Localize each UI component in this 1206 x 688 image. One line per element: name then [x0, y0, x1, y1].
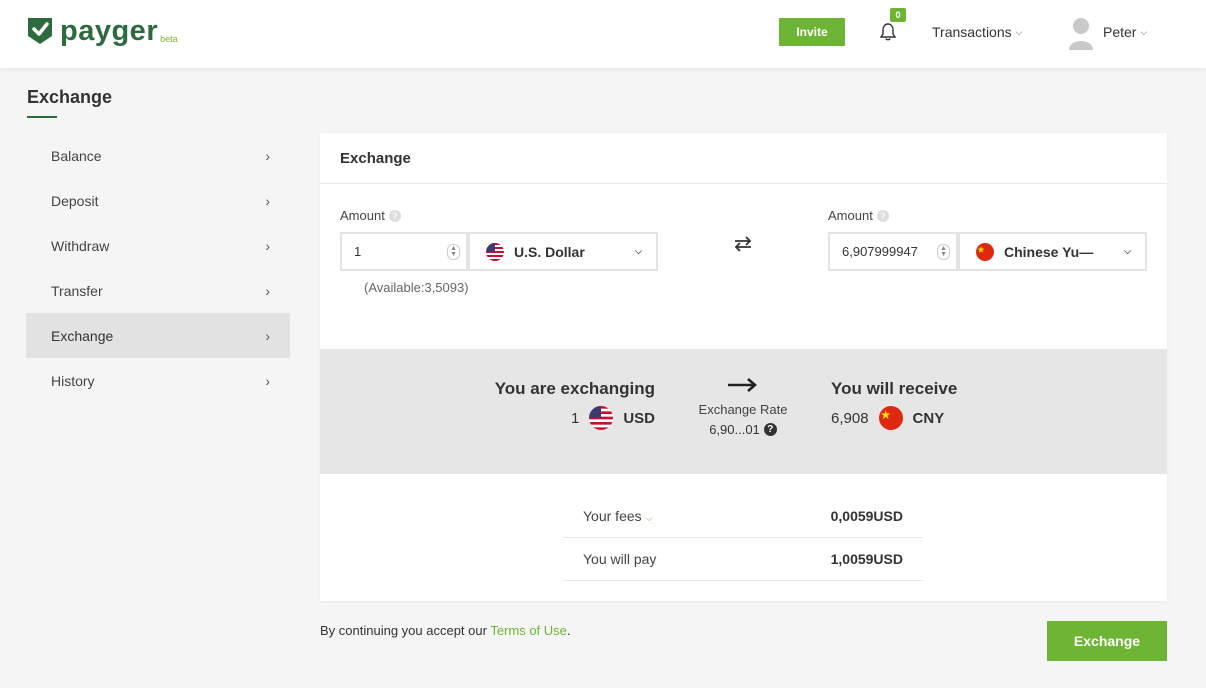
- terms-link[interactable]: Terms of Use: [490, 623, 567, 638]
- user-menu[interactable]: Peter ⌵: [1103, 24, 1147, 40]
- exchange-rate-label: Exchange Rate: [698, 402, 788, 417]
- transactions-menu[interactable]: Transactions ⌵: [932, 24, 1022, 40]
- terms-prefix: By continuing you accept our: [320, 623, 491, 638]
- receive-currency: CNY: [912, 409, 945, 427]
- to-currency-label: Chinese Yu—: [1004, 243, 1094, 260]
- terms-text: By continuing you accept our Terms of Us…: [320, 623, 571, 638]
- exchange-submit-button[interactable]: Exchange: [1047, 621, 1167, 661]
- from-currency-select[interactable]: U.S. Dollar ⌵: [468, 232, 658, 271]
- sidebar-item-label: Deposit: [51, 192, 99, 209]
- sidebar-item-label: Transfer: [51, 282, 103, 299]
- sidebar-item-label: Exchange: [51, 327, 114, 344]
- sidebar-item-label: History: [51, 372, 95, 389]
- china-flag-icon: [976, 242, 994, 261]
- receive-value: 6,908 CNY: [831, 406, 944, 430]
- receive-amount: 6,908: [831, 409, 869, 427]
- logo-text: payger: [60, 15, 159, 47]
- number-stepper-icon[interactable]: ▲ ▼: [447, 243, 460, 260]
- to-amount-value: 6,907999947⁠: [842, 244, 918, 259]
- chevron-right-icon: ›: [265, 372, 270, 389]
- arrow-right-icon: [728, 378, 757, 392]
- page-title-underline: [27, 116, 57, 118]
- us-flag-icon: [589, 406, 614, 430]
- sidebar-item-transfer[interactable]: Transfer ›: [26, 268, 290, 313]
- china-flag-icon: [878, 406, 903, 430]
- sidebar-item-label: Withdraw: [51, 237, 110, 254]
- to-amount-input[interactable]: 6,907999947⁠ ▲ ▼: [828, 232, 958, 271]
- chevron-down-icon: ⌵: [1124, 246, 1131, 256]
- available-balance: (Available:3,5093): [364, 280, 469, 295]
- us-flag-icon: [486, 242, 504, 261]
- from-amount-label-text: Amount: [340, 208, 385, 223]
- top-header: payger beta Invite 0 Transactions ⌵ Pete…: [0, 0, 1206, 68]
- user-name: Peter: [1103, 24, 1137, 40]
- chevron-down-icon: ⌵: [1015, 26, 1023, 37]
- from-amount-input[interactable]: 1 ▲ ▼: [340, 232, 468, 271]
- card-title: Exchange: [320, 133, 1167, 184]
- terms-suffix: .: [566, 623, 571, 638]
- sidebar-item-history[interactable]: History ›: [26, 358, 290, 403]
- exchange-summary: You are exchanging 1 USD Exchange Rate 6…: [320, 349, 1167, 474]
- fees-table: Your fees ⌵ 0,0059USD You will pay 1,0059…: [563, 495, 923, 581]
- chevron-right-icon: ›: [265, 327, 270, 344]
- chevron-down-icon: ⌵: [635, 246, 642, 256]
- exchanging-title: You are exchanging: [494, 379, 655, 398]
- fees-label: Your fees: [583, 508, 642, 524]
- help-icon[interactable]: ?: [876, 209, 889, 222]
- fees-value: 0,0059USD: [830, 508, 903, 524]
- logo-beta-tag: beta: [160, 34, 178, 44]
- pay-row: You will pay 1,0059USD: [563, 538, 923, 581]
- exchange-card: Exchange Amount ? 1 ▲ ▼ U.S. Dollar ⌵ (Av…: [320, 133, 1167, 601]
- receive-title: You will receive: [831, 379, 958, 398]
- pay-value: 1,0059USD: [830, 551, 903, 567]
- help-icon[interactable]: ?: [388, 209, 401, 222]
- exchanging-amount: 1: [570, 409, 580, 427]
- notification-count-badge: 0: [890, 8, 906, 22]
- from-amount-label: Amount ?: [340, 208, 401, 223]
- sidebar-item-deposit[interactable]: Deposit ›: [26, 178, 290, 223]
- logo-check-icon: [28, 18, 52, 44]
- to-amount-label-text: Amount: [828, 208, 873, 223]
- to-amount-label: Amount ?: [828, 208, 889, 223]
- fees-label-wrap: Your fees ⌵: [583, 508, 652, 524]
- exchange-rate-value: 6,90...01 ?: [680, 422, 806, 437]
- avatar[interactable]: [1068, 16, 1094, 50]
- to-currency-select[interactable]: Chinese Yu— ⌵: [958, 232, 1147, 271]
- help-icon[interactable]: ?: [763, 423, 777, 436]
- payger-logo[interactable]: payger beta: [26, 16, 178, 46]
- exchanging-value: 1 USD: [571, 406, 655, 430]
- exchanging-currency: USD: [623, 409, 655, 427]
- chevron-right-icon: ›: [265, 192, 270, 209]
- from-amount-value: 1: [354, 244, 362, 259]
- from-currency-label: U.S. Dollar: [514, 243, 585, 260]
- chevron-down-icon: ⌵: [645, 513, 653, 523]
- sidebar-item-balance[interactable]: Balance ›: [26, 133, 290, 178]
- exchange-rate-number: 6,90...01: [709, 422, 760, 437]
- chevron-right-icon: ›: [265, 237, 270, 254]
- sidebar-nav: Balance › Deposit › Withdraw › Transfer …: [26, 133, 290, 403]
- chevron-down-icon: ⌵: [1140, 26, 1148, 37]
- invite-button[interactable]: Invite: [779, 18, 845, 46]
- swap-icon[interactable]: [733, 236, 753, 252]
- bell-icon[interactable]: [878, 22, 898, 42]
- sidebar-item-exchange[interactable]: Exchange ›: [26, 313, 290, 358]
- sidebar-item-label: Balance: [51, 147, 102, 164]
- fees-row[interactable]: Your fees ⌵ 0,0059USD: [563, 495, 923, 538]
- transactions-label: Transactions: [932, 24, 1012, 40]
- chevron-right-icon: ›: [265, 282, 270, 299]
- sidebar-item-withdraw[interactable]: Withdraw ›: [26, 223, 290, 268]
- chevron-right-icon: ›: [265, 147, 270, 164]
- pay-label: You will pay: [583, 551, 657, 567]
- page-title: Exchange: [27, 87, 113, 107]
- number-stepper-icon[interactable]: ▲ ▼: [937, 243, 950, 260]
